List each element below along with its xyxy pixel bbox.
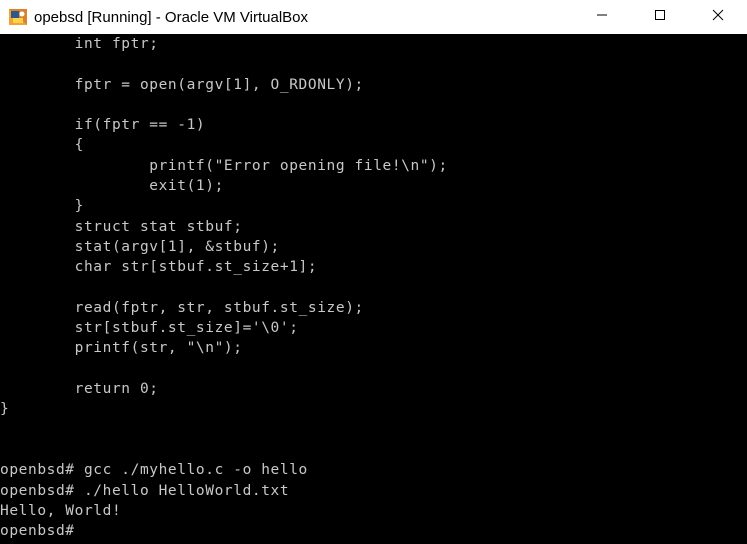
virtualbox-window: opebsd [Running] - Oracle VM VirtualBox — [0, 0, 747, 544]
terminal-line: } — [0, 198, 84, 215]
virtualbox-icon — [8, 7, 28, 27]
terminal-line: char str[stbuf.st_size+1]; — [0, 259, 318, 276]
terminal-line: Hello, World! — [0, 502, 122, 519]
terminal-line: exit(1); — [0, 178, 224, 195]
window-title: opebsd [Running] - Oracle VM VirtualBox — [34, 8, 309, 26]
minimize-icon — [596, 8, 608, 26]
terminal-prompt[interactable]: openbsd# — [0, 521, 448, 541]
terminal-line: return 0; — [0, 381, 159, 398]
terminal-line: openbsd# ./hello HelloWorld.txt — [0, 482, 290, 499]
vm-console-screen[interactable]: int fptr; fptr = open(argv[1], O_RDONLY)… — [0, 34, 747, 544]
terminal-line: int fptr; — [0, 36, 159, 52]
maximize-icon — [654, 8, 666, 26]
terminal-output: int fptr; fptr = open(argv[1], O_RDONLY)… — [0, 34, 448, 541]
terminal-line: { — [0, 137, 84, 154]
terminal-line: printf(str, "\n"); — [0, 340, 243, 357]
terminal-line: read(fptr, str, stbuf.st_size); — [0, 299, 364, 316]
minimize-button[interactable] — [573, 0, 631, 34]
terminal-line: } — [0, 401, 10, 418]
close-icon — [712, 8, 724, 26]
terminal-line: stat(argv[1], &stbuf); — [0, 238, 280, 255]
terminal-line: fptr = open(argv[1], O_RDONLY); — [0, 76, 364, 93]
window-controls — [573, 0, 747, 34]
terminal-line: struct stat stbuf; — [0, 218, 243, 235]
terminal-line: if(fptr == -1) — [0, 117, 206, 134]
title-bar[interactable]: opebsd [Running] - Oracle VM VirtualBox — [0, 0, 747, 34]
terminal-line: openbsd# gcc ./myhello.c -o hello — [0, 462, 308, 479]
close-button[interactable] — [689, 0, 747, 34]
maximize-button[interactable] — [631, 0, 689, 34]
terminal-line: printf("Error opening file!\n"); — [0, 157, 448, 174]
terminal-line: str[stbuf.st_size]='\0'; — [0, 320, 299, 337]
